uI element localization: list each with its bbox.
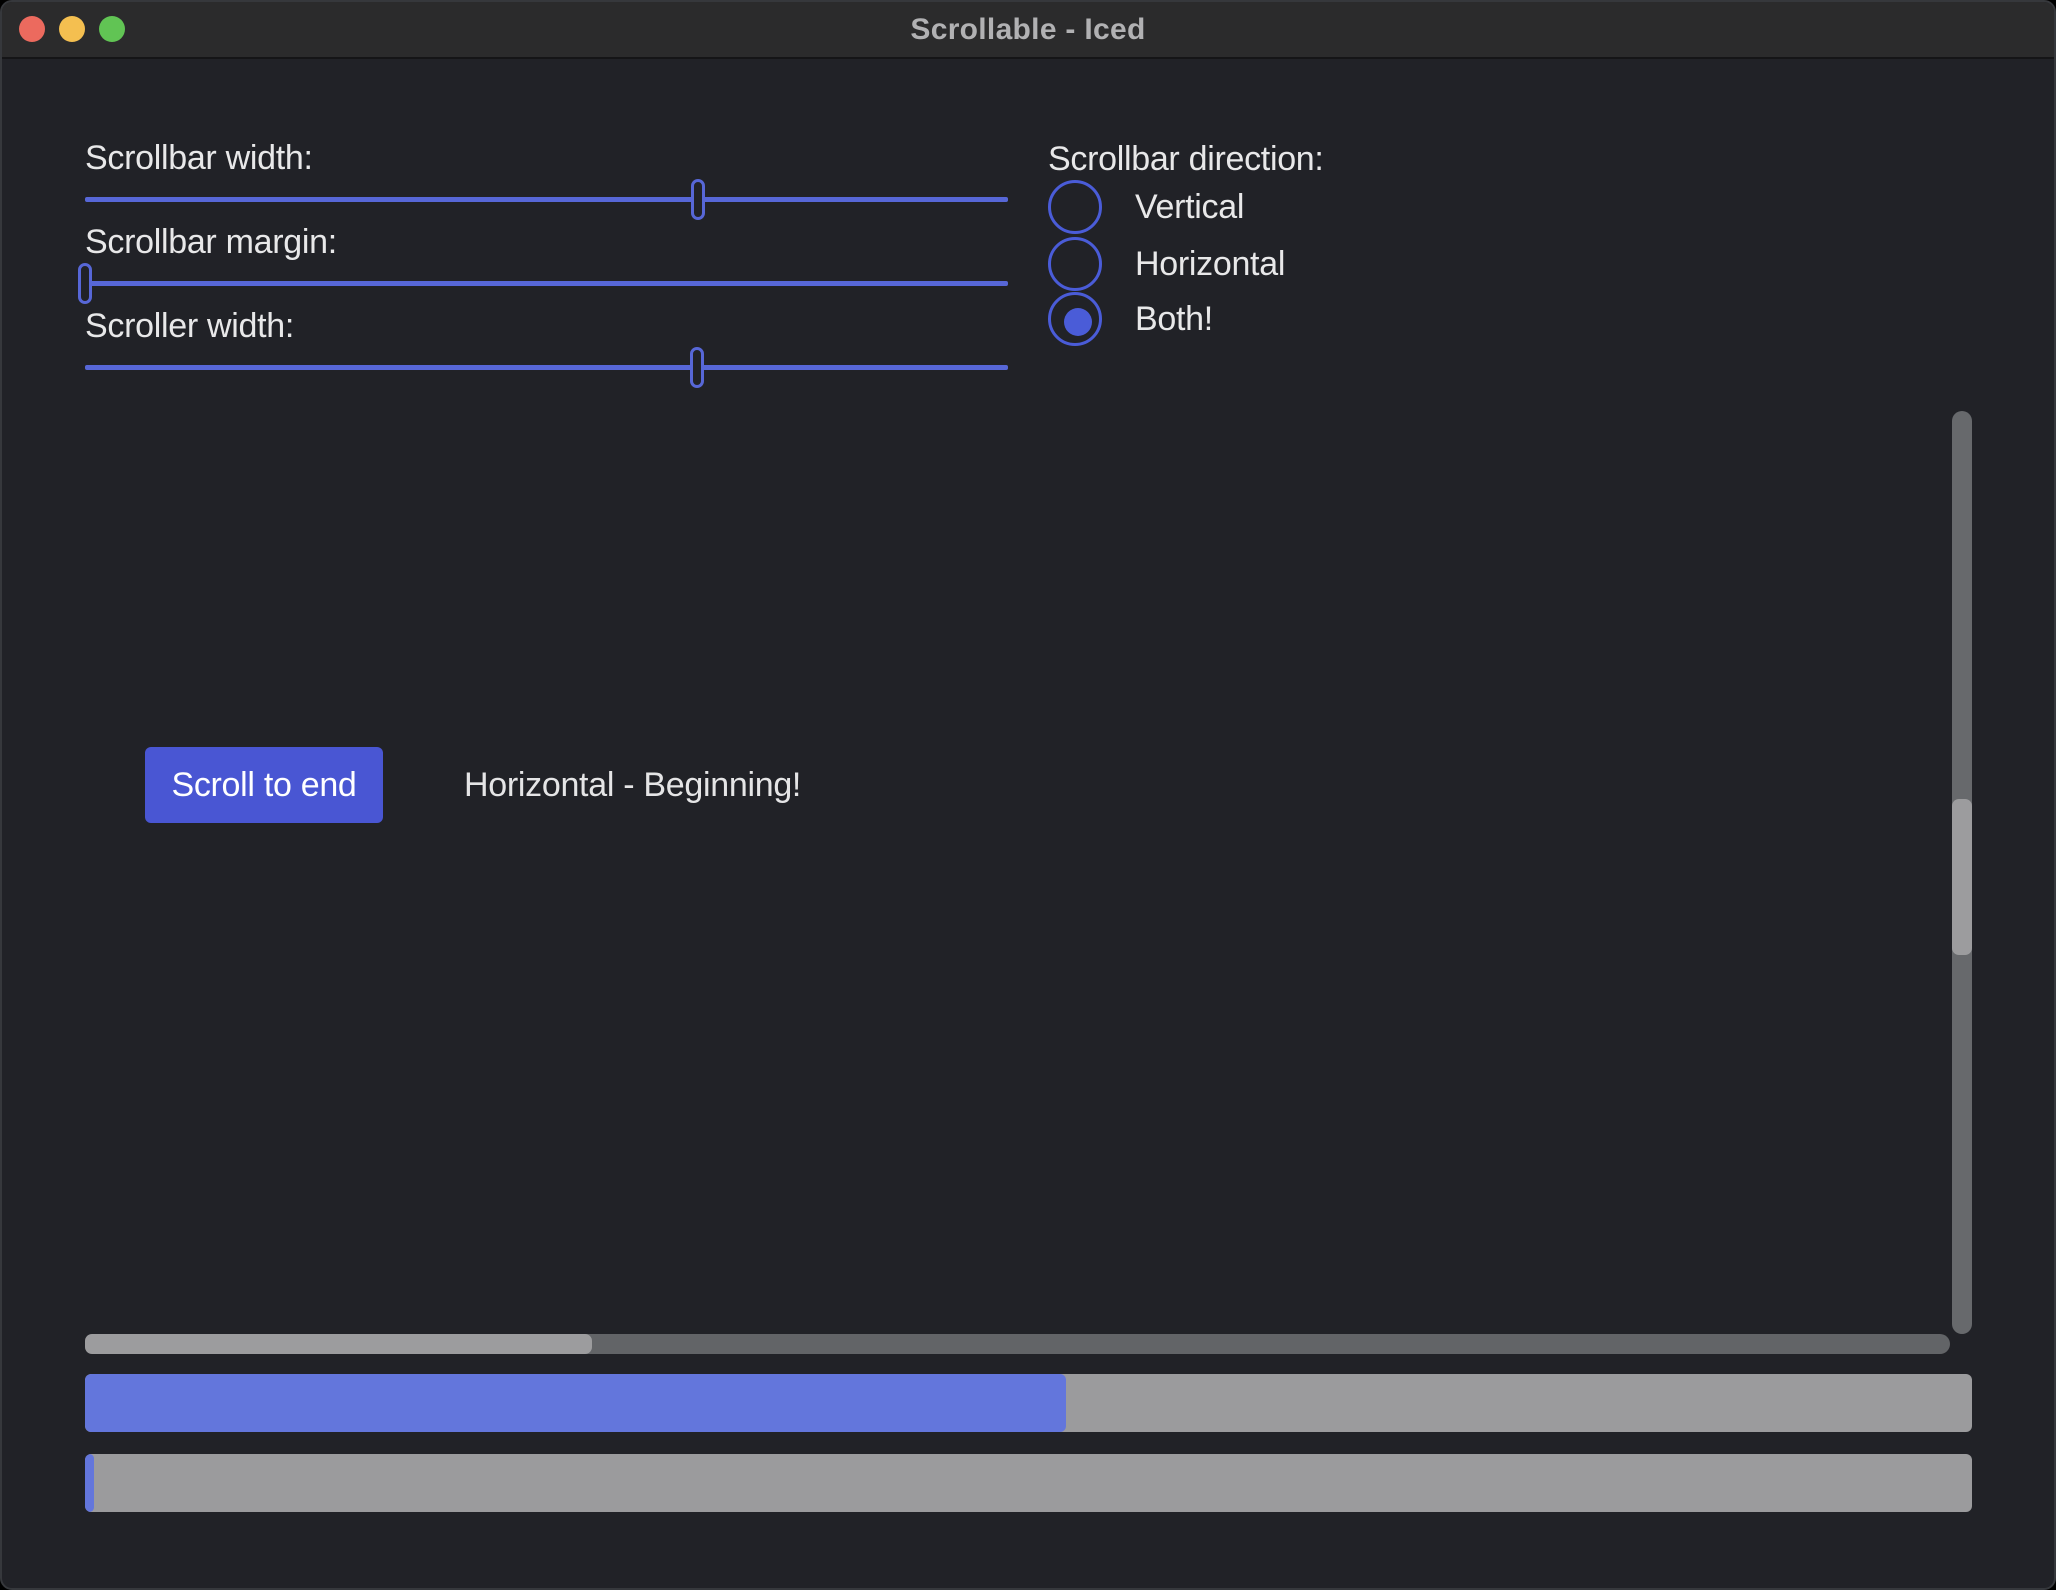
scroll-to-end-button[interactable]: Scroll to end [145, 747, 383, 823]
scrollbar-margin-slider[interactable] [85, 261, 1008, 305]
slider-label: Scrollbar margin: [85, 224, 337, 261]
horizontal-scrollbar-track[interactable] [85, 1334, 1950, 1354]
progress-fill [85, 1374, 1066, 1432]
vertical-progress-bar [85, 1454, 1972, 1512]
vertical-scrollbar-track[interactable] [1952, 411, 1972, 1334]
vertical-scrollbar-thumb[interactable] [1952, 799, 1972, 955]
slider-handle[interactable] [690, 347, 704, 388]
slider-handle[interactable] [78, 263, 92, 304]
horizontal-scrollbar-thumb[interactable] [85, 1334, 592, 1354]
slider-label: Scrollbar width: [85, 140, 313, 177]
scroller-width-slider[interactable] [85, 345, 1008, 389]
slider-label: Scroller width: [85, 308, 294, 345]
slider-rail[interactable] [85, 281, 1008, 286]
radio-label[interactable]: Horizontal [1135, 237, 1285, 291]
scroll-status-text: Horizontal - Beginning! [464, 747, 801, 823]
radio-circle-icon[interactable] [1048, 180, 1102, 234]
progress-fill [85, 1454, 94, 1512]
horizontal-progress-bar [85, 1374, 1972, 1432]
radio-circle-icon[interactable] [1048, 237, 1102, 291]
titlebar: Scrollable - Iced [2, 2, 2054, 59]
slider-rail[interactable] [85, 365, 1008, 370]
radio-circle-icon[interactable] [1048, 292, 1102, 346]
radio-label[interactable]: Vertical [1135, 180, 1244, 234]
slider-rail[interactable] [85, 197, 1008, 202]
scrollbar-width-slider[interactable] [85, 177, 1008, 221]
window-title: Scrollable - Iced [2, 2, 2054, 57]
radio-selected-dot-icon [1064, 308, 1092, 336]
direction-label: Scrollbar direction: [1048, 140, 1324, 179]
app-window: Scrollable - Iced Scrollbar width: Scroll… [0, 0, 2056, 1590]
slider-handle[interactable] [691, 179, 705, 220]
radio-label[interactable]: Both! [1135, 292, 1213, 346]
